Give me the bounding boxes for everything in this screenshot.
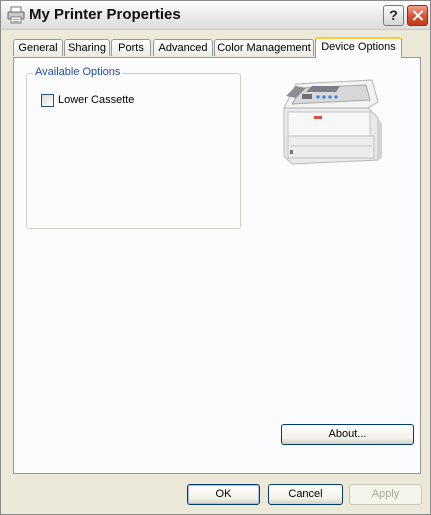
tab-general[interactable]: General <box>13 39 63 56</box>
apply-button[interactable]: Apply <box>349 484 422 505</box>
tab-ports[interactable]: Ports <box>111 39 151 56</box>
printer-properties-window: My Printer Properties ? General Sharing … <box>0 0 431 515</box>
tab-color-management[interactable]: Color Management <box>214 39 314 56</box>
title-bar[interactable]: My Printer Properties ? <box>1 1 430 30</box>
ok-button[interactable]: OK <box>187 484 260 505</box>
printer-image <box>283 79 382 165</box>
tab-sharing[interactable]: Sharing <box>64 39 110 56</box>
help-button[interactable]: ? <box>383 5 404 26</box>
about-button[interactable]: About... <box>281 424 414 445</box>
device-options-panel: Available Options Lower Cassette About..… <box>13 57 421 474</box>
cancel-button[interactable]: Cancel <box>268 484 343 505</box>
help-icon: ? <box>389 7 398 23</box>
close-button[interactable] <box>407 5 428 26</box>
printer-icon <box>7 6 25 24</box>
lower-cassette-label[interactable]: Lower Cassette <box>58 94 134 106</box>
window-title: My Printer Properties <box>29 6 181 23</box>
tab-device-options[interactable]: Device Options <box>315 37 402 58</box>
lower-cassette-checkbox[interactable] <box>41 94 54 107</box>
tab-advanced[interactable]: Advanced <box>153 39 213 56</box>
available-options-group: Available Options Lower Cassette <box>26 66 241 229</box>
group-label: Available Options <box>33 66 123 78</box>
